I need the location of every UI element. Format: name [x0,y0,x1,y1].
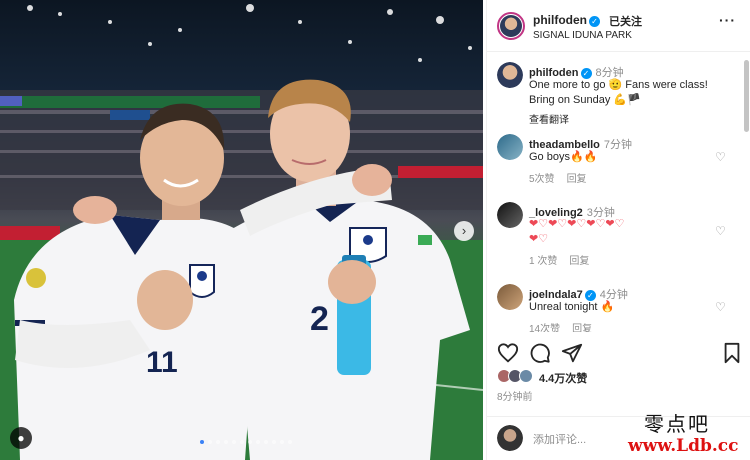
carousel-dot [224,440,228,444]
caption-text-line2: Bring on Sunday 💪🏴 [529,94,641,106]
photo-illustration: 11 2 [0,4,483,460]
comment-bubble-icon[interactable] [529,342,551,364]
more-dots-icon[interactable]: ··· [719,12,736,28]
carousel-dot [200,440,204,444]
commenter-avatar[interactable] [497,134,523,160]
like-heart-icon[interactable] [497,342,519,364]
bookmark-icon[interactable] [721,342,743,364]
carousel-dot [248,440,252,444]
comment-likes[interactable]: 1 次赞 [529,256,557,267]
jersey-number-2: 2 [310,300,329,338]
comment-text-line1: ❤♡❤♡❤♡❤♡❤♡ [529,218,625,230]
follow-status[interactable]: 已关注 [609,13,642,29]
like-comment-heart-icon[interactable]: ♡ [715,300,726,314]
commenter-avatar[interactable] [497,284,523,310]
carousel-dot [280,440,284,444]
jersey-number-1: 11 [146,346,178,379]
add-comment-input[interactable]: 添加评论... [533,431,586,447]
caption-text-line1: One more to go 🫡 Fans were class! [529,79,708,91]
site-watermark: 零点吧 www.Ldb.cc [612,408,746,458]
like-comment-heart-icon[interactable]: ♡ [715,150,726,164]
comments-list: philfoden ✓ 8分钟 One more to go 🫡 Fans were… [487,52,743,332]
tagged-user-icon[interactable]: ● [10,427,32,449]
carousel-dot [272,440,276,444]
carousel-dot [208,440,212,444]
carousel-dots [200,440,292,444]
commenter-avatar[interactable] [497,202,523,228]
comment-text: Go boys🔥🔥 [529,151,598,163]
reply-button[interactable]: 回复 [569,256,589,267]
instagram-post-modal: 11 2 › ● philfoden ✓ 已关注 SIGNAL IDUNA PA… [0,0,750,460]
comment-text-line2: ❤♡ [529,233,549,245]
comments-scrollbar[interactable] [744,52,749,332]
comment-time: 7分钟 [603,139,633,151]
author-username[interactable]: philfoden ✓ [533,13,600,27]
posted-time: 8分钟前 [497,392,533,403]
verified-badge-icon: ✓ [589,16,600,27]
author-avatar-small[interactable] [497,62,523,88]
carousel-dot [288,440,292,444]
likes-summary[interactable]: 4.4万次赞 [497,368,737,386]
watermark-line1: 零点吧 [644,412,710,436]
post-header: philfoden ✓ 已关注 SIGNAL IDUNA PARK ··· [487,0,750,52]
comment-likes[interactable]: 14次赞 [529,324,560,332]
reply-button[interactable]: 回复 [572,324,592,332]
post-actions [487,338,750,366]
post-side-panel: philfoden ✓ 已关注 SIGNAL IDUNA PARK ··· phi… [486,0,750,460]
carousel-dot [240,440,244,444]
carousel-dot [264,440,268,444]
current-user-avatar [497,425,523,451]
post-location[interactable]: SIGNAL IDUNA PARK [533,30,632,41]
carousel-dot [216,440,220,444]
post-photo[interactable]: 11 2 › ● [0,0,483,460]
see-translation-link[interactable]: 查看翻译 [529,111,569,126]
liker-avatar [519,369,533,383]
watermark-line2: www.Ldb.cc [628,436,739,456]
carousel-dot [256,440,260,444]
author-avatar[interactable] [497,12,525,40]
reply-button[interactable]: 回复 [567,174,587,185]
comment-text: Unreal tonight 🔥 [529,301,615,313]
next-photo-button[interactable]: › [454,221,474,241]
share-paper-plane-icon[interactable] [561,342,583,364]
likes-count[interactable]: 4.4万次赞 [539,370,587,386]
like-comment-heart-icon[interactable]: ♡ [715,224,726,238]
comment-likes[interactable]: 5次赞 [529,174,555,185]
carousel-dot [232,440,236,444]
